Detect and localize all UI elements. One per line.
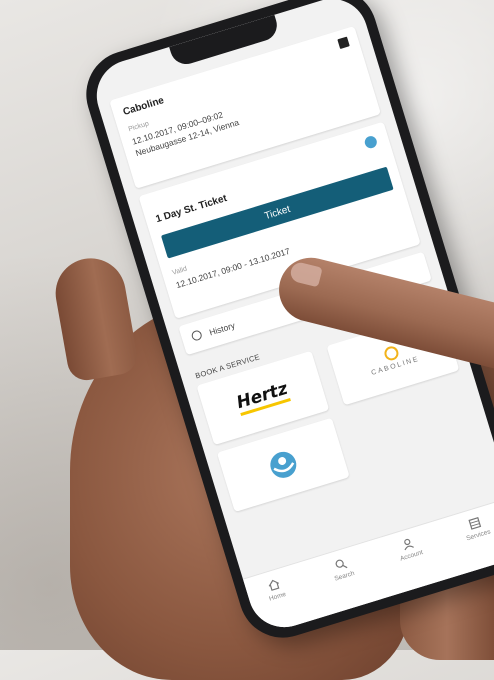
tab-account[interactable]: Account [379, 530, 439, 567]
caboline-mark-icon [382, 344, 401, 363]
tab-services[interactable]: Services [446, 509, 494, 546]
tab-home-label: Home [268, 590, 287, 603]
tab-home[interactable]: Home [245, 571, 305, 608]
tram-icon [363, 134, 379, 150]
app-menu-icon[interactable] [337, 36, 350, 50]
pickup-card-title: Caboline [121, 95, 166, 118]
tab-search-label: Search [333, 569, 356, 583]
hertz-logo: Hertz [234, 379, 292, 417]
fingernail [288, 260, 323, 288]
tab-search[interactable]: Search [312, 550, 372, 587]
tab-services-label: Services [465, 528, 492, 543]
valid-range: 12.10.2017, 09:00 - 13.10.2017 [174, 245, 292, 291]
wiener-linien-logo-icon [270, 451, 297, 478]
account-icon [404, 538, 414, 551]
home-icon [268, 579, 280, 591]
history-label: History [207, 320, 237, 338]
services-icon [468, 517, 482, 530]
clock-icon [190, 329, 203, 342]
search-icon [335, 559, 348, 569]
